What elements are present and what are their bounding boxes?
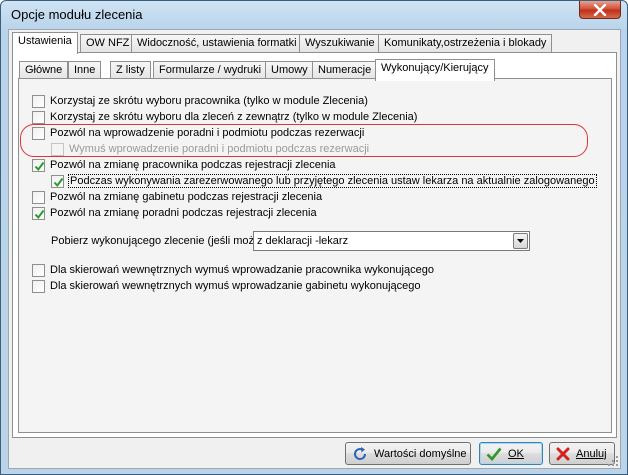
option-row[interactable]: Korzystaj ze skrótu wyboru pracownika (t… [32, 94, 368, 108]
option-row[interactable]: Pozwól na wprowadzenie poradni i podmiot… [32, 126, 364, 140]
checkbox-checked[interactable] [32, 158, 45, 172]
option-row[interactable]: Pozwól na zmianę gabinetu podczas rejest… [32, 190, 322, 204]
ok-button[interactable]: OK [479, 442, 543, 465]
option-row[interactable]: Korzystaj ze skrótu wyboru dla zleceń z … [32, 110, 417, 124]
option-row[interactable]: Dla skierowań wewnętrznych wymuś wprowad… [32, 263, 434, 277]
resize-grip-icon[interactable] [608, 456, 618, 466]
checkmark-icon [34, 161, 45, 171]
tab-wyszukiwanie[interactable]: Wyszukiwanie [299, 34, 381, 53]
checkbox[interactable] [32, 94, 45, 108]
checkbox-disabled [51, 142, 64, 156]
checkbox[interactable] [32, 263, 45, 277]
tab-wykonujacy-kierujacy[interactable]: Wykonujący/Kierujący [375, 59, 495, 81]
cancel-button-label: Anuluj [576, 447, 607, 460]
checkbox[interactable] [32, 279, 45, 293]
checkmark-icon [53, 177, 64, 187]
defaults-button-label: Wartości domyślne [374, 447, 467, 460]
option-label: Podczas wykonywania zarezerwowanego lub … [68, 174, 597, 188]
ustawienia-panel: Główne Inne Z listy Formularze / wydruki… [12, 52, 617, 438]
checkbox[interactable] [32, 190, 45, 204]
option-label: Korzystaj ze skrótu wyboru pracownika (t… [50, 95, 368, 107]
dropdown-button[interactable] [513, 233, 528, 249]
option-label: Wymuś wprowadzenie poradni i podmiotu po… [69, 143, 370, 155]
option-row[interactable]: Podczas wykonywania zarezerwowanego lub … [51, 174, 597, 188]
checkbox[interactable] [32, 110, 45, 124]
option-row[interactable]: Dla skierowań wewnętrznych wymuś wprowad… [32, 279, 421, 293]
checkbox-checked[interactable] [51, 174, 64, 188]
option-label: Pozwól na wprowadzenie poradni i podmiot… [50, 127, 365, 139]
executor-select[interactable]: z deklaracji -lekarz [253, 231, 530, 251]
dialog-window: Opcje modułu zlecenia Ustawienia OW NFZ … [0, 0, 628, 475]
checkbox-checked[interactable] [32, 206, 45, 220]
option-row-disabled: Wymuś wprowadzenie poradni i podmiotu po… [51, 142, 369, 156]
option-label: Pozwól na zmianę poradni podczas rejestr… [50, 207, 317, 219]
option-label: Korzystaj ze skrótu wyboru dla zleceń z … [50, 111, 418, 123]
executor-select-value: z deklaracji -lekarz [257, 235, 349, 247]
tab-komunikaty[interactable]: Komunikaty,ostrzeżenia i blokady [378, 34, 553, 53]
cancel-x-icon [556, 447, 570, 461]
option-label: Pozwól na zmianę gabinetu podczas rejest… [50, 191, 323, 203]
option-label: Dla skierowań wewnętrznych wymuś wprowad… [50, 280, 421, 292]
checkmark-icon [34, 209, 45, 219]
title-bar[interactable]: Opcje modułu zlecenia [1, 1, 627, 29]
window-title: Opcje modułu zlecenia [11, 7, 143, 22]
check-icon [486, 447, 502, 461]
defaults-button[interactable]: Wartości domyślne [345, 442, 471, 465]
checkbox[interactable] [32, 126, 45, 140]
ok-button-label: OK [508, 447, 524, 460]
dialog-client-area: Ustawienia OW NFZ Widoczność, ustawienia… [8, 29, 621, 469]
option-row[interactable]: Pozwól na zmianę poradni podczas rejestr… [32, 206, 317, 220]
option-label: Pozwól na zmianę pracownika podczas reje… [50, 159, 336, 171]
close-button[interactable] [579, 1, 621, 19]
close-icon [593, 3, 607, 16]
executor-select-label: Pobierz wykonującego zlecenie (jeśli moż… [51, 235, 280, 247]
refresh-icon [352, 446, 368, 462]
tab-ustawienia[interactable]: Ustawienia [12, 32, 78, 54]
wykonujacy-panel: Korzystaj ze skrótu wyboru pracownika (t… [18, 78, 612, 433]
chevron-down-icon [517, 239, 524, 243]
tab-widocznosc[interactable]: Widoczność, ustawienia formatki [131, 34, 303, 53]
cancel-button[interactable]: Anuluj [549, 442, 615, 465]
option-row[interactable]: Pozwól na zmianę pracownika podczas reje… [32, 158, 336, 172]
option-label: Dla skierowań wewnętrznych wymuś wprowad… [50, 264, 434, 276]
tab-ow-nfz[interactable]: OW NFZ [80, 34, 136, 53]
